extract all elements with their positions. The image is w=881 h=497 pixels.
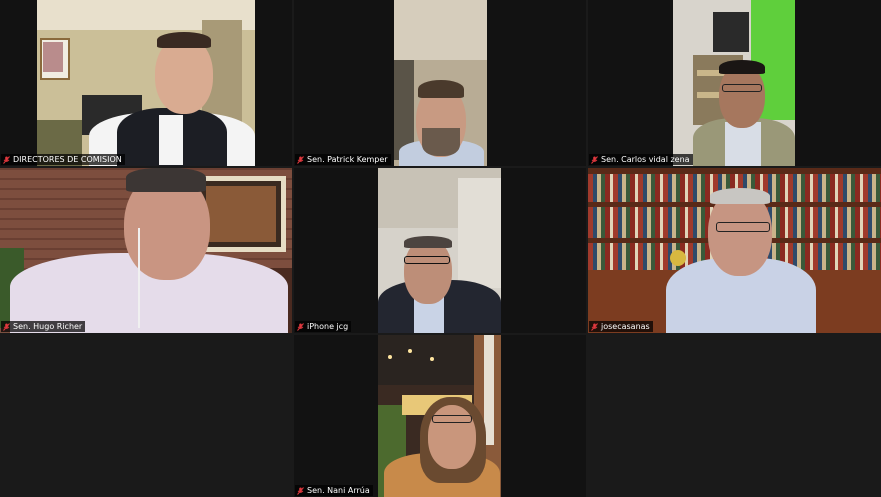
participant-name-tag: DIRECTORES DE COMISION [1,154,125,165]
participant-name: Sen. Patrick Kemper [307,155,388,164]
video-tile-iphone-jcg[interactable]: iPhone jcg [294,168,586,333]
video-tile-josecasanas[interactable]: josecasanas [588,168,881,333]
participant-video [37,0,255,166]
participant-name-tag: Sen. Patrick Kemper [295,154,391,165]
microphone-muted-icon [591,322,598,331]
participant-name: Sen. Hugo Richer [13,322,83,331]
participant-name-tag: iPhone jcg [295,321,352,332]
video-tile-hugo-richer[interactable]: Sen. Hugo Richer [0,168,292,333]
participant-name-tag: Sen. Hugo Richer [1,321,86,332]
microphone-muted-icon [3,155,10,164]
participant-video [378,335,501,497]
participant-name: Sen. Nani Arrúa [307,486,370,495]
video-tile-directores[interactable]: DIRECTORES DE COMISION [0,0,292,166]
participant-name-tag: Sen. Carlos vidal zena [589,154,693,165]
participant-video [394,0,487,166]
microphone-muted-icon [297,155,304,164]
participant-video [588,168,881,333]
microphone-muted-icon [3,322,10,331]
microphone-muted-icon [297,486,304,495]
participant-name: josecasanas [601,322,650,331]
participant-name: DIRECTORES DE COMISION [13,155,122,164]
participant-name: iPhone jcg [307,322,349,331]
participant-video [673,0,795,166]
video-tile-nani-arrua[interactable]: Sen. Nani Arrúa [294,335,586,497]
microphone-muted-icon [297,322,304,331]
microphone-muted-icon [591,155,598,164]
participant-name-tag: Sen. Nani Arrúa [295,485,373,496]
participant-video [378,168,501,333]
video-tile-carlos-vidal-zena[interactable]: Sen. Carlos vidal zena [588,0,881,166]
video-tile-patrick-kemper[interactable]: Sen. Patrick Kemper [294,0,586,166]
participant-name-tag: josecasanas [589,321,653,332]
participant-name: Sen. Carlos vidal zena [601,155,690,164]
participant-video [0,168,292,333]
